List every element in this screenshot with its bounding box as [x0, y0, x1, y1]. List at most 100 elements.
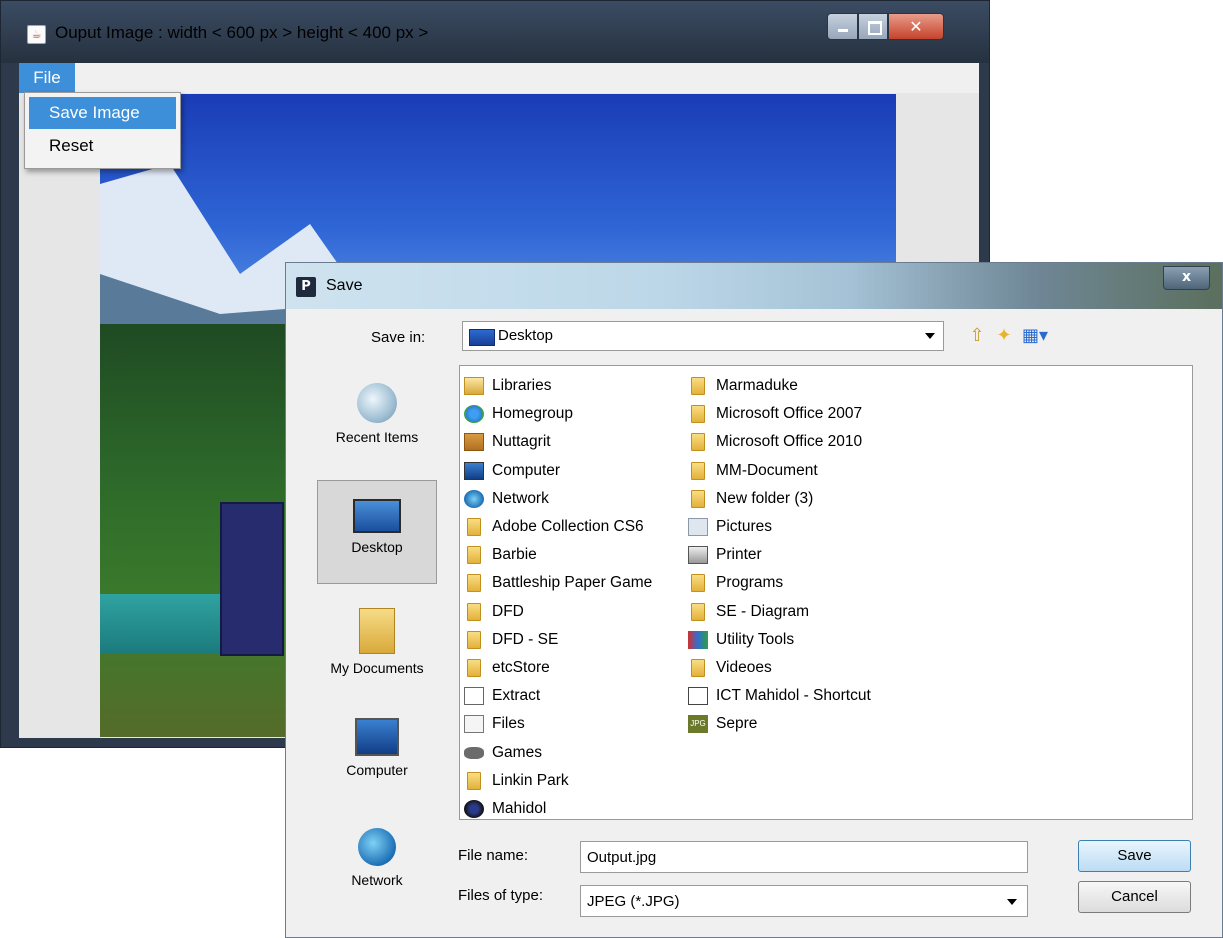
network-icon	[464, 489, 484, 508]
folder-icon	[467, 546, 481, 565]
java-icon: ☕	[27, 25, 46, 44]
folder-icon	[467, 630, 481, 649]
view-menu-icon[interactable]: ▦▾	[1020, 325, 1050, 347]
folder-icon	[467, 771, 481, 790]
file-list-item[interactable]: Extract	[464, 682, 652, 710]
save-dialog: P Save x Save in: Desktop ⇧ ✦ ▦▾ Recent …	[285, 262, 1223, 938]
place-network[interactable]: Network	[317, 810, 437, 914]
file-list-item[interactable]: Libraries	[464, 372, 652, 400]
new-folder-icon[interactable]: ✦	[993, 325, 1015, 347]
file-list-item[interactable]: DFD	[464, 598, 652, 626]
menu-file[interactable]: File	[19, 63, 75, 93]
file-list-item-label: Printer	[716, 546, 762, 564]
file-list-column-2: Marmaduke Microsoft Office 2007 Microsoft …	[688, 372, 871, 738]
file-list-item[interactable]: JPG Sepre	[688, 710, 871, 738]
folder-icon	[691, 405, 705, 424]
image-train	[220, 502, 284, 656]
file-list-item[interactable]: Microsoft Office 2010	[688, 428, 871, 456]
file-list-item[interactable]: MM-Document	[688, 457, 871, 485]
file-list-item[interactable]: New folder (3)	[688, 485, 871, 513]
home-icon	[464, 405, 484, 424]
file-list-item[interactable]: Barbie	[464, 541, 652, 569]
file-list-item[interactable]: etcStore	[464, 654, 652, 682]
file-list-item[interactable]: SE - Diagram	[688, 598, 871, 626]
folder-icon	[467, 602, 481, 621]
mahidol-icon	[464, 799, 484, 818]
folder-icon	[691, 574, 705, 593]
window-titlebar[interactable]: ☕ Ouput Image : width < 600 px > height …	[1, 1, 989, 63]
cancel-button[interactable]: Cancel	[1078, 881, 1191, 913]
close-button[interactable]: ✕	[888, 13, 944, 40]
folder-icon	[467, 518, 481, 537]
file-list-item[interactable]: Programs	[688, 569, 871, 597]
file-list-item[interactable]: Printer	[688, 541, 871, 569]
shortcut-icon	[688, 687, 708, 706]
dialog-titlebar[interactable]: P Save x	[286, 263, 1222, 309]
file-list-item[interactable]: Marmaduke	[688, 372, 871, 400]
dialog-close-button[interactable]: x	[1163, 266, 1210, 290]
jpg-icon: JPG	[688, 715, 708, 734]
file-list-item[interactable]: Files	[464, 710, 652, 738]
chevron-down-icon	[925, 333, 935, 339]
file-list-item[interactable]: Utility Tools	[688, 626, 871, 654]
menu-item-save-image[interactable]: Save Image	[29, 97, 176, 129]
file-list-item-label: DFD	[492, 602, 524, 620]
dialog-title: Save	[326, 277, 363, 294]
file-name-label: File name:	[458, 847, 529, 864]
file-list-item-label: Games	[492, 743, 542, 761]
file-menu-dropdown: Save Image Reset	[24, 92, 181, 169]
file-list-item[interactable]: Microsoft Office 2007	[688, 400, 871, 428]
file-list-item-label: Mahidol	[492, 799, 547, 817]
recent-items-icon	[357, 383, 397, 423]
menu-bar: File	[19, 63, 979, 93]
file-list-item-label: Microsoft Office 2007	[716, 405, 863, 423]
file-list[interactable]: Libraries Homegroup Nuttagrit Computer Netwo…	[459, 365, 1193, 820]
file-list-item[interactable]: Linkin Park	[464, 767, 652, 795]
file-list-item-label: Extract	[492, 687, 541, 705]
file-list-item-label: Libraries	[492, 377, 552, 395]
file-list-item[interactable]: ICT Mahidol - Shortcut	[688, 682, 871, 710]
folder-icon	[691, 433, 705, 452]
file-list-item[interactable]: Homegroup	[464, 400, 652, 428]
minimize-button[interactable]	[827, 13, 858, 40]
file-list-item-label: DFD - SE	[492, 630, 559, 648]
folder-icon	[691, 461, 705, 480]
file-list-item[interactable]: Network	[464, 485, 652, 513]
file-list-column-1: Libraries Homegroup Nuttagrit Computer Netwo…	[464, 372, 652, 823]
file-name-input[interactable]	[580, 841, 1028, 873]
documents-folder-icon	[359, 608, 395, 654]
file-list-item-label: MM-Document	[716, 461, 818, 479]
place-computer[interactable]: Computer	[317, 700, 437, 804]
maximize-button[interactable]	[858, 13, 888, 40]
file-list-item-label: Adobe Collection CS6	[492, 518, 644, 536]
folder-icon	[691, 602, 705, 621]
file-list-item-label: Files	[492, 715, 525, 733]
extract-icon	[464, 687, 484, 706]
file-list-item[interactable]: DFD - SE	[464, 626, 652, 654]
file-list-item[interactable]: Videoes	[688, 654, 871, 682]
computer-icon	[355, 718, 399, 756]
place-my-documents[interactable]: My Documents	[317, 590, 437, 694]
file-list-item-label: Network	[492, 489, 549, 507]
place-desktop[interactable]: Desktop	[317, 480, 437, 584]
file-list-item[interactable]: Pictures	[688, 513, 871, 541]
file-list-item-label: Pictures	[716, 518, 772, 536]
file-list-item[interactable]: Mahidol	[464, 795, 652, 823]
save-in-dropdown[interactable]: Desktop	[462, 321, 944, 351]
folder-icon	[467, 658, 481, 677]
file-type-dropdown[interactable]: JPEG (*.JPG)	[580, 885, 1028, 917]
file-list-item-label: ICT Mahidol - Shortcut	[716, 687, 871, 705]
up-one-level-icon[interactable]: ⇧	[966, 325, 988, 347]
pictures-icon	[688, 518, 708, 537]
file-list-item[interactable]: Computer	[464, 457, 652, 485]
file-list-item[interactable]: Adobe Collection CS6	[464, 513, 652, 541]
file-list-item[interactable]: Battleship Paper Game	[464, 569, 652, 597]
folder-icon	[691, 658, 705, 677]
save-button[interactable]: Save	[1078, 840, 1191, 872]
place-recent-items[interactable]: Recent Items	[317, 365, 437, 469]
file-list-item[interactable]: Nuttagrit	[464, 428, 652, 456]
file-list-item-label: Battleship Paper Game	[492, 574, 653, 592]
file-list-item[interactable]: Games	[464, 738, 652, 766]
file-list-item-label: Computer	[492, 461, 561, 479]
menu-item-reset[interactable]: Reset	[29, 130, 176, 162]
